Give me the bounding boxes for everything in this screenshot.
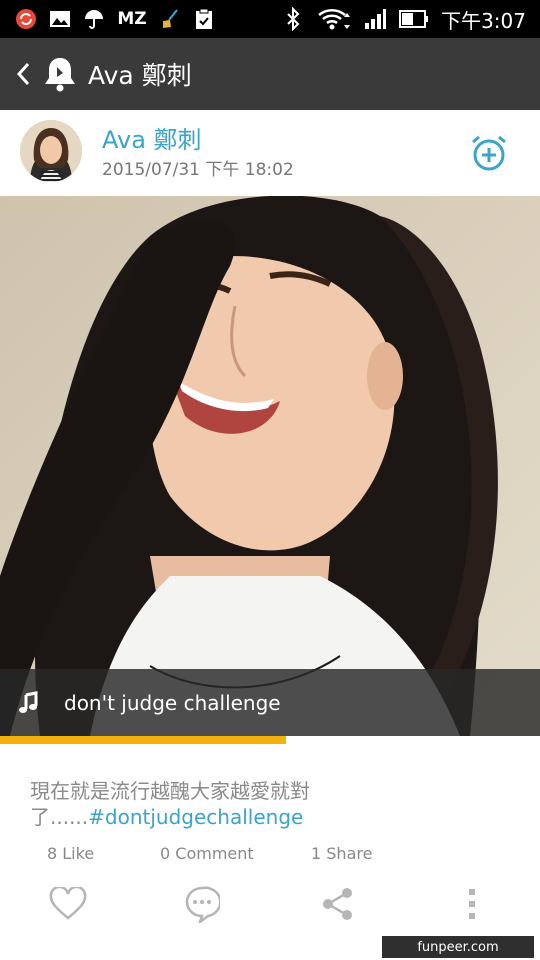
bluetooth-icon — [281, 7, 305, 31]
post-header: Ava 鄭刺 2015/07/31 下午 18:02 — [0, 110, 540, 196]
comment-count[interactable]: 0 Comment — [160, 844, 254, 863]
playback-progress-fill — [0, 736, 287, 744]
author-name[interactable]: Ava 鄭刺 — [102, 120, 202, 155]
heart-icon — [49, 887, 87, 920]
status-bar: MZ 下午3:07 — [0, 0, 540, 38]
hashtag-link[interactable]: #dontjudgechallenge — [88, 805, 303, 829]
share-count[interactable]: 1 Share — [311, 844, 372, 863]
post-timestamp: 2015/07/31 下午 18:02 — [102, 160, 294, 180]
comment-button[interactable] — [180, 882, 224, 926]
post-stats: 8 Like 0 Comment 1 Share — [0, 842, 540, 866]
bell-icon — [40, 54, 80, 94]
like-button[interactable] — [46, 882, 90, 926]
share-button[interactable] — [316, 882, 360, 926]
wifi-icon — [317, 7, 351, 31]
battery-icon — [399, 7, 429, 31]
song-bar[interactable]: don't judge challenge — [0, 669, 540, 736]
share-icon — [323, 888, 352, 920]
comment-icon — [185, 886, 220, 923]
clipboard-check-icon — [192, 7, 216, 31]
sync-icon — [14, 7, 38, 31]
chevron-left-icon — [16, 62, 30, 86]
umbrella-icon — [82, 7, 106, 31]
music-note-icon — [16, 690, 42, 716]
post-actions — [0, 876, 540, 928]
gallery-icon — [48, 7, 72, 31]
watermark: funpeer.com — [382, 936, 534, 958]
like-count[interactable]: 8 Like — [47, 844, 94, 863]
add-alarm-button[interactable] — [468, 132, 510, 174]
alarm-add-icon — [472, 135, 506, 171]
broom-icon — [158, 7, 182, 31]
app-bar: Ava 鄭刺 — [0, 38, 540, 110]
more-vert-icon — [469, 889, 475, 919]
post-caption: 現在就是流行越醜大家越愛就對了......#dontjudgechallenge — [30, 778, 330, 830]
more-options-button[interactable] — [450, 882, 494, 926]
post-photo[interactable] — [0, 196, 540, 736]
status-time: 下午3:07 — [441, 8, 526, 33]
signal-icon — [363, 7, 387, 31]
song-title: don't judge challenge — [64, 690, 281, 715]
avatar[interactable] — [20, 120, 82, 182]
mz-icon: MZ — [117, 9, 147, 29]
page-title: Ava 鄭刺 — [88, 61, 192, 90]
back-button[interactable] — [8, 54, 38, 94]
playback-progress[interactable] — [0, 736, 540, 744]
